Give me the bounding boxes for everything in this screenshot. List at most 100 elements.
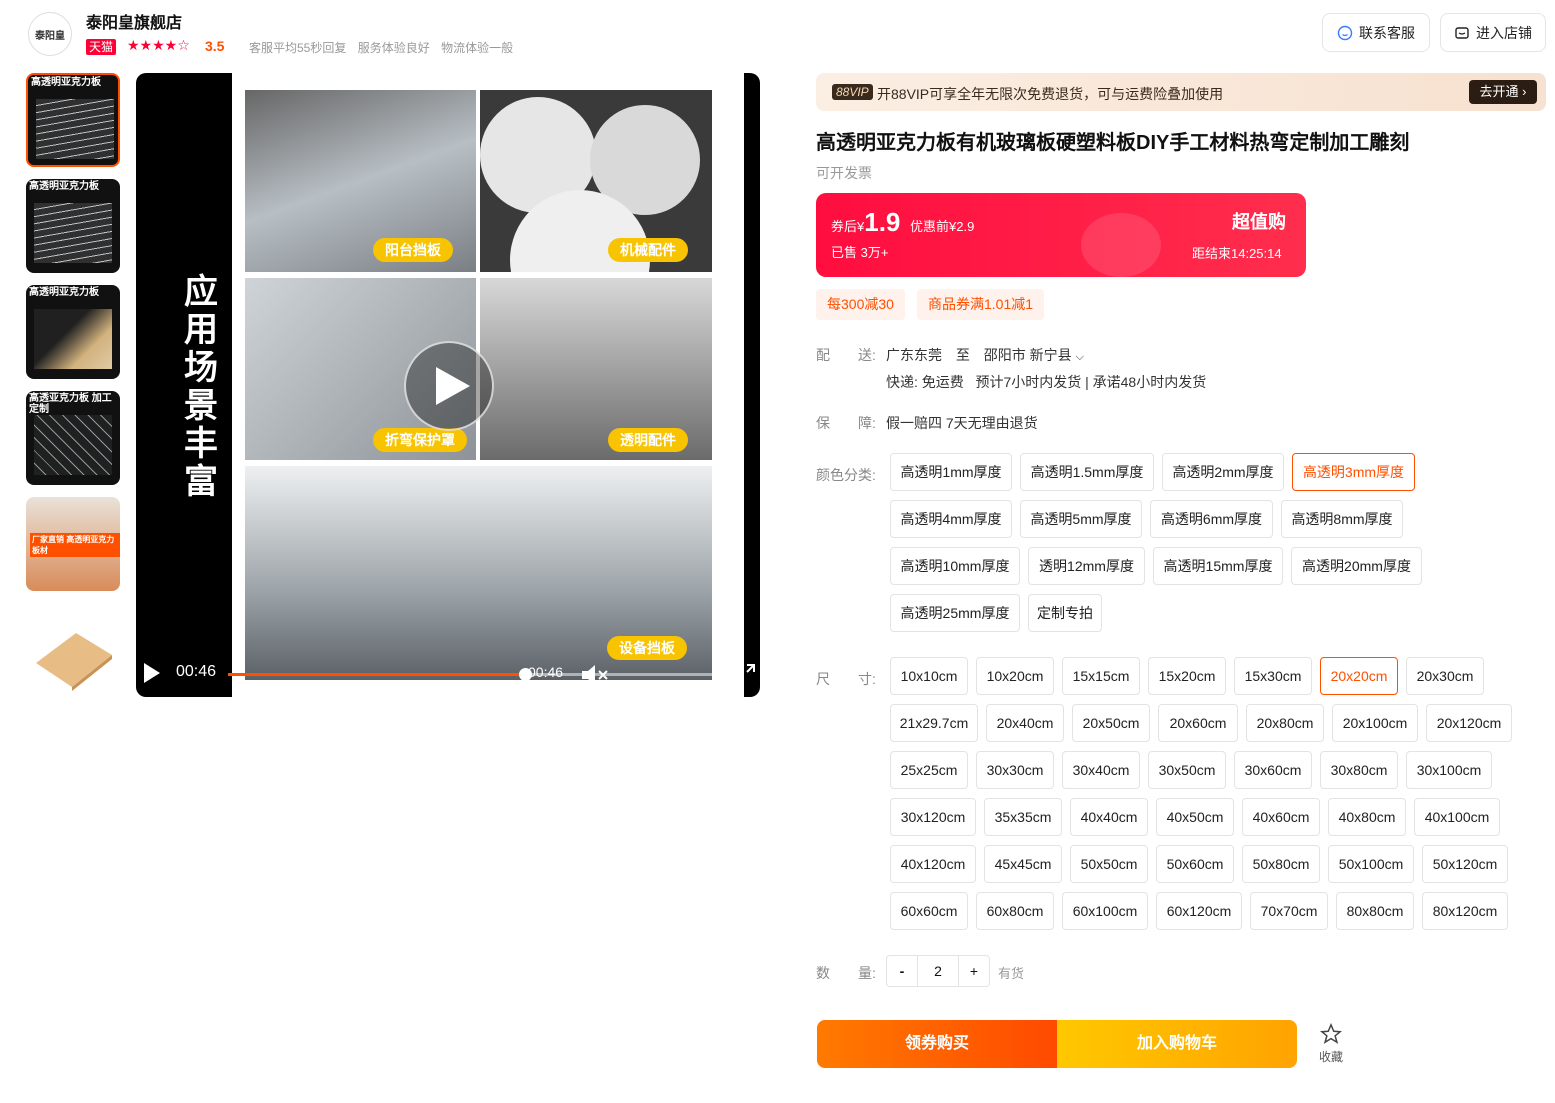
color-option[interactable]: 高透明10mm厚度 [890, 547, 1020, 585]
thumbnail-4[interactable]: 高透亚克力板 加工定制 [26, 391, 120, 485]
size-option[interactable]: 20x80cm [1246, 704, 1324, 742]
quantity-decrease-button[interactable]: - [887, 956, 918, 986]
size-option[interactable]: 40x40cm [1070, 798, 1148, 836]
coupon-buy-button[interactable]: 领券购买 [817, 1020, 1057, 1068]
vip-activate-button[interactable]: 去开通 › [1469, 80, 1537, 104]
size-option[interactable]: 20x60cm [1158, 704, 1238, 742]
thumbnail-5[interactable]: 厂家直销 高透明亚克力板材 [26, 497, 120, 591]
color-option[interactable]: 高透明15mm厚度 [1153, 547, 1283, 585]
vip-tag: 88VIP [832, 84, 873, 100]
size-option[interactable]: 20x100cm [1332, 704, 1418, 742]
size-option[interactable]: 20x50cm [1072, 704, 1150, 742]
color-option[interactable]: 透明12mm厚度 [1028, 547, 1145, 585]
price-after-label: 券后¥ [831, 219, 865, 234]
size-option[interactable]: 50x100cm [1328, 845, 1414, 883]
price-after-value: 1.9 [864, 207, 901, 237]
color-option[interactable]: 高透明6mm厚度 [1150, 500, 1273, 538]
size-option[interactable]: 50x80cm [1242, 845, 1320, 883]
size-option[interactable]: 20x120cm [1426, 704, 1512, 742]
service-response: 客服平均55秒回复 [249, 41, 347, 55]
size-option[interactable]: 40x120cm [890, 845, 976, 883]
size-option[interactable]: 15x20cm [1148, 657, 1226, 695]
color-option[interactable]: 高透明1.5mm厚度 [1020, 453, 1154, 491]
video-progress-bar[interactable] [228, 668, 723, 681]
color-option[interactable]: 高透明1mm厚度 [890, 453, 1012, 491]
thumbnail-title: 高透明亚克力板 [29, 181, 99, 192]
scene-mechanical-parts: 机械配件 [480, 90, 712, 272]
thumbnail-1[interactable]: 高透明亚克力板 [26, 73, 120, 167]
video-play-overlay-button[interactable] [404, 341, 494, 431]
video-player[interactable]: 应用场景丰富 阳台挡板 机械配件 折弯保护罩 透明配件 设备挡板 00:46 0… [136, 73, 760, 697]
shop-logo-text: 泰阳皇 [35, 30, 65, 42]
shop-logo[interactable]: 泰阳皇 [28, 12, 72, 56]
size-option[interactable]: 50x60cm [1156, 845, 1234, 883]
color-option[interactable]: 高透明2mm厚度 [1162, 453, 1284, 491]
shop-name[interactable]: 泰阳皇旗舰店 [86, 9, 182, 33]
size-option[interactable]: 60x60cm [890, 892, 968, 930]
size-option[interactable]: 30x30cm [976, 751, 1054, 789]
mute-icon[interactable] [582, 665, 608, 685]
custom-parts-image [34, 415, 112, 475]
thumbnail-6[interactable] [26, 603, 120, 697]
color-option[interactable]: 定制专拍 [1028, 594, 1102, 632]
size-option[interactable]: 20x40cm [986, 704, 1064, 742]
size-option[interactable]: 60x120cm [1156, 892, 1242, 930]
size-option[interactable]: 50x50cm [1070, 845, 1148, 883]
size-option[interactable]: 70x70cm [1250, 892, 1328, 930]
scene-label: 机械配件 [608, 238, 688, 262]
color-option[interactable]: 高透明8mm厚度 [1281, 500, 1403, 538]
color-option[interactable]: 高透明20mm厚度 [1291, 547, 1422, 585]
size-option[interactable]: 30x80cm [1320, 751, 1398, 789]
size-option[interactable]: 40x80cm [1328, 798, 1406, 836]
color-option[interactable]: 高透明25mm厚度 [890, 594, 1020, 632]
size-option[interactable]: 20x30cm [1406, 657, 1484, 695]
size-option[interactable]: 25x25cm [890, 751, 968, 789]
delivery-route[interactable]: 广东东莞 至 邵阳市 新宁县 ⌵ [886, 345, 1084, 365]
color-option[interactable]: 高透明5mm厚度 [1020, 500, 1142, 538]
tmall-badge: 天猫 [86, 39, 117, 55]
delivery-to-word: 至 [955, 347, 970, 363]
play-icon [436, 367, 470, 405]
add-to-cart-button[interactable]: 加入购物车 [1057, 1020, 1297, 1068]
size-option[interactable]: 60x80cm [976, 892, 1054, 930]
thumbnail-2[interactable]: 高透明亚克力板 [26, 179, 120, 273]
quantity-label: 数 量: [816, 965, 876, 981]
thumbnail-3[interactable]: 高透明亚克力板 [26, 285, 120, 379]
color-option[interactable]: 高透明3mm厚度 [1292, 453, 1415, 491]
size-option[interactable]: 21x29.7cm [890, 704, 978, 742]
size-option[interactable]: 30x60cm [1234, 751, 1312, 789]
size-option[interactable]: 40x100cm [1414, 798, 1500, 836]
favorite-button[interactable]: 收藏 [1313, 1022, 1349, 1065]
promo-label: 超值购 [1232, 212, 1286, 232]
size-option[interactable]: 15x30cm [1234, 657, 1312, 695]
size-option[interactable]: 30x50cm [1148, 751, 1226, 789]
product-title: 高透明亚克力板有机玻璃板硬塑料板DIY手工材料热弯定制加工雕刻 [816, 132, 1410, 154]
size-option[interactable]: 80x120cm [1422, 892, 1508, 930]
size-option[interactable]: 60x100cm [1062, 892, 1148, 930]
size-option[interactable]: 35x35cm [984, 798, 1062, 836]
size-option[interactable]: 40x60cm [1242, 798, 1320, 836]
delivery-from: 广东东莞 [886, 347, 942, 363]
thumbnail-title: 厂家直销 高透明亚克力板材 [30, 533, 120, 557]
coupon-300-off-30[interactable]: 每300减30 [816, 289, 905, 320]
size-option[interactable]: 20x20cm [1320, 657, 1398, 695]
coupon-product[interactable]: 商品券满1.01减1 [917, 289, 1045, 320]
size-option[interactable]: 30x40cm [1062, 751, 1140, 789]
play-pause-icon[interactable] [144, 663, 160, 683]
size-option[interactable]: 45x45cm [984, 845, 1062, 883]
fullscreen-icon[interactable] [734, 663, 756, 685]
size-option[interactable]: 30x120cm [890, 798, 976, 836]
quantity-input[interactable]: 2 [918, 956, 958, 986]
size-option[interactable]: 40x50cm [1156, 798, 1234, 836]
size-option[interactable]: 10x10cm [890, 657, 968, 695]
size-option[interactable]: 50x120cm [1422, 845, 1508, 883]
size-option[interactable]: 80x80cm [1336, 892, 1414, 930]
color-option[interactable]: 高透明4mm厚度 [890, 500, 1012, 538]
quantity-increase-button[interactable]: + [958, 956, 989, 986]
enter-store-button[interactable]: 进入店铺 [1440, 13, 1546, 52]
size-option[interactable]: 30x100cm [1406, 751, 1492, 789]
size-option[interactable]: 15x15cm [1062, 657, 1140, 695]
sold-count: 已售 3万+ [831, 245, 889, 260]
contact-service-button[interactable]: 联系客服 [1322, 13, 1430, 52]
size-option[interactable]: 10x20cm [976, 657, 1054, 695]
